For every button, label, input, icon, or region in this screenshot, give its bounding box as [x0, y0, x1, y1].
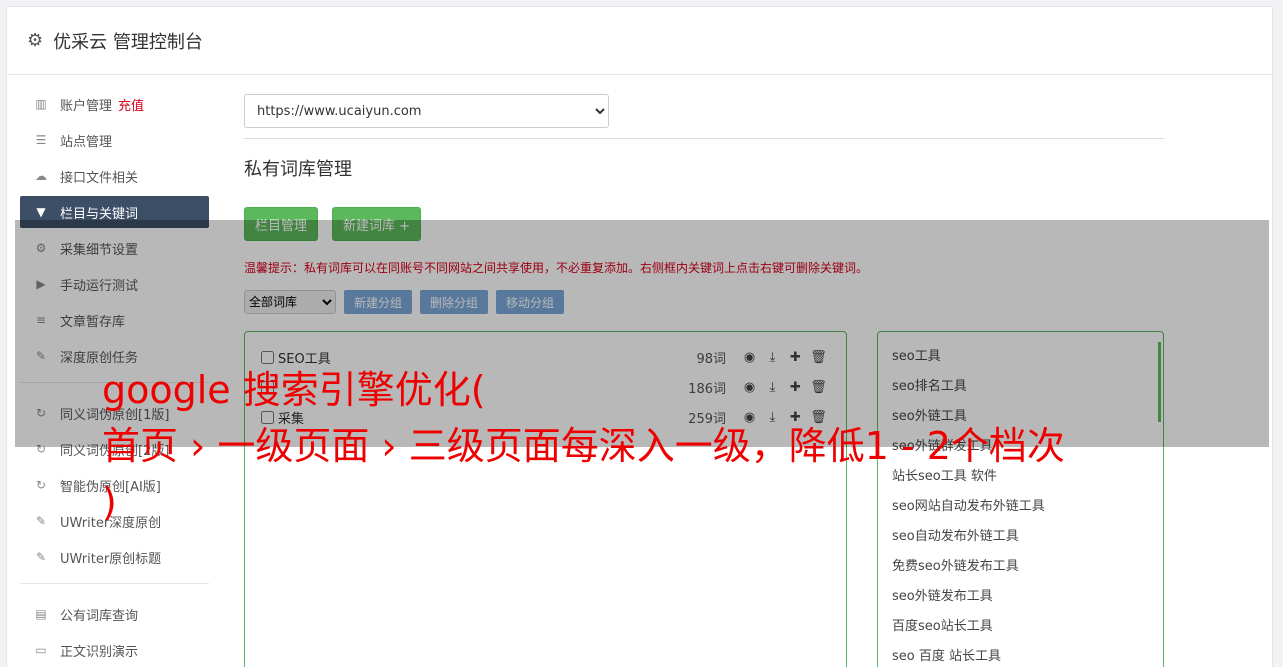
sidebar-item[interactable]: ☰ 站点管理	[20, 124, 209, 156]
keyword-item[interactable]: seo 百度 站长工具	[892, 642, 1149, 667]
overlay-line-3: )	[102, 480, 117, 524]
bar-chart-icon: ▥	[35, 97, 47, 111]
overlay-line-1: google 搜索引擎优化(	[102, 368, 486, 412]
edit-icon: ✎	[35, 514, 47, 528]
monitor-icon: ▭	[35, 643, 47, 657]
refresh-icon: ↻	[35, 478, 47, 492]
keyword-item[interactable]: seo外链发布工具	[892, 582, 1149, 612]
sidebar-item-label: 公有词库查询	[60, 608, 139, 624]
edit-icon: ✎	[35, 550, 47, 564]
section-title: 私有词库管理	[244, 159, 352, 180]
overlay-text: google 搜索引擎优化( 首页 › 一级页面 › 三级页面每深入一级，降低1…	[102, 362, 1252, 530]
sidebar-item[interactable]: ▤ 公有词库查询	[20, 598, 209, 630]
sidebar-item-label: 正文识别演示	[60, 644, 139, 660]
sidebar-item-label: 站点管理	[60, 134, 113, 150]
sidebar-item[interactable]: ✎ UWriter原创标题	[20, 541, 209, 573]
page-title: 优采云 管理控制台	[53, 31, 203, 53]
sidebar-item-label: UWriter原创标题	[60, 551, 162, 567]
sidebar-item[interactable]: ▥ 账户管理 充值	[20, 88, 209, 120]
server-icon: ☰	[35, 133, 47, 147]
keyword-item[interactable]: 免费seo外链发布工具	[892, 552, 1149, 582]
sidebar-item[interactable]: ▭ 正文识别演示	[20, 634, 209, 666]
sidebar-item-label: 账户管理	[60, 98, 113, 114]
sidebar-divider	[20, 583, 209, 584]
cloud-upload-icon: ☁	[35, 169, 47, 183]
console-header: ⚙ 优采云 管理控制台	[7, 7, 1272, 75]
recharge-link[interactable]: 充值	[118, 95, 144, 114]
filter-icon: ▼	[36, 205, 46, 219]
overlay-line-2: 首页 › 一级页面 › 三级页面每深入一级，降低1 - 2个档次	[102, 424, 1065, 468]
book-icon: ▤	[35, 607, 47, 621]
divider	[244, 138, 1164, 139]
gear-icon: ⚙	[27, 30, 44, 51]
sidebar-item-label: 栏目与关键词	[60, 206, 139, 222]
keyword-item[interactable]: 百度seo站长工具	[892, 612, 1149, 642]
site-select[interactable]: https://www.ucaiyun.com	[244, 94, 609, 128]
sidebar-item-label: 接口文件相关	[60, 170, 139, 186]
sidebar-item[interactable]: ☁ 接口文件相关	[20, 160, 209, 192]
